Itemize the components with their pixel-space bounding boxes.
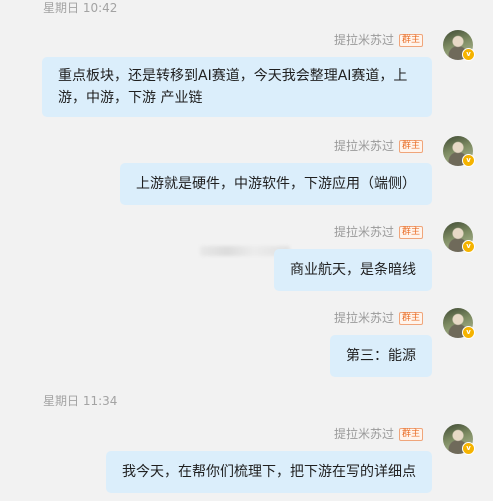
message-bubble[interactable]: 重点板块，还是转移到AI赛道，今天我会整理AI赛道，上游，中游，下游 产业链 [42,57,432,117]
message-bubble[interactable]: 上游就是硬件，中游软件，下游应用（端侧） [120,163,432,205]
group-owner-badge: 群主 [398,139,423,153]
message-text: 重点板块，还是转移到AI赛道，今天我会整理AI赛道，上游，中游，下游 产业链 [58,68,408,106]
verified-icon: v [462,154,475,167]
sender-name[interactable]: 提拉米苏过 [334,224,394,240]
sender-name[interactable]: 提拉米苏过 [334,426,394,442]
verified-icon: v [462,240,475,253]
group-owner-badge: 群主 [398,225,423,239]
message-bubble[interactable]: 我今天，在帮你们梳理下，把下游在写的详细点 [106,451,432,493]
sender-name[interactable]: 提拉米苏过 [334,32,394,48]
group-owner-badge: 群主 [398,33,423,47]
message-text: 上游就是硬件，中游软件，下游应用（端侧） [136,176,416,192]
avatar[interactable]: v [443,424,475,455]
message-text: 第三：能源 [346,348,416,364]
group-owner-badge: 群主 [398,427,423,441]
group-owner-badge: 群主 [398,311,423,325]
avatar[interactable]: v [443,30,475,61]
timestamp: 星期日 11:34 [43,394,118,408]
avatar[interactable]: v [443,222,475,253]
avatar[interactable]: v [443,308,475,339]
message-header: 提拉米苏过 群主 [334,32,423,48]
message-header: 提拉米苏过 群主 [334,224,423,240]
message-text: 商业航天，是条暗线 [290,262,416,278]
avatar[interactable]: v [443,136,475,167]
sender-name[interactable]: 提拉米苏过 [334,138,394,154]
message-bubble[interactable]: 商业航天，是条暗线 [274,249,432,291]
message-header: 提拉米苏过 群主 [334,138,423,154]
message-header: 提拉米苏过 群主 [334,310,423,326]
verified-icon: v [462,442,475,455]
message-text: 我今天，在帮你们梳理下，把下游在写的详细点 [122,464,416,480]
verified-icon: v [462,326,475,339]
sender-name[interactable]: 提拉米苏过 [334,310,394,326]
timestamp: 星期日 10:42 [43,1,118,15]
message-bubble[interactable]: 第三：能源 [330,335,432,377]
verified-icon: v [462,48,475,61]
message-header: 提拉米苏过 群主 [334,426,423,442]
